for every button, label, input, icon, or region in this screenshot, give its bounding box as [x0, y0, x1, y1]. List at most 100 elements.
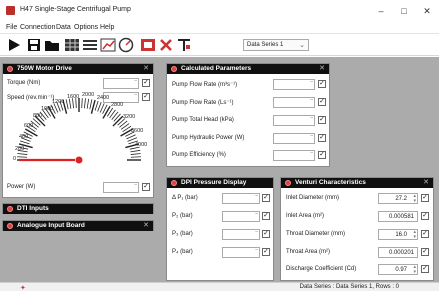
calc-row: Pump Total Head (kPa) – ✓ [172, 115, 328, 126]
clear-icon[interactable] [176, 37, 192, 53]
gauge-tick [90, 99, 96, 114]
status-dot-icon [7, 66, 13, 72]
menu-data[interactable]: Data [56, 24, 71, 31]
analogue-input-panel[interactable]: Analogue Input Board ✕ [2, 220, 154, 231]
dpi-checkbox[interactable]: ✓ [262, 212, 270, 220]
motor-drive-panel: 750W Motor Drive ✕ Torque (Nm) – ✓ Speed… [2, 63, 154, 198]
gauge-tick [130, 149, 141, 153]
menu-options[interactable]: Options [74, 24, 98, 31]
gauge-label: 800 [33, 113, 42, 119]
calc-label: Pump Flow Rate (m³s⁻¹) [172, 82, 238, 88]
torque-checkbox[interactable]: ✓ [142, 79, 150, 87]
close-button[interactable]: ✕ [415, 4, 439, 18]
maximize-button[interactable]: □ [392, 4, 416, 18]
chart-icon[interactable] [100, 37, 116, 53]
menu-connection[interactable]: Connection [20, 24, 55, 31]
venturi-field[interactable]: 16.0 ▴ ▾ [378, 229, 418, 240]
status-bar: ✦ Data Series : Data Series 1, Rows : 0 [0, 282, 439, 291]
venturi-label: Inlet Area (m²) [286, 213, 325, 219]
status-dot-icon [285, 180, 291, 186]
power-row: Power (W) – ✓ [7, 182, 151, 193]
venturi-field[interactable]: 0.000581 [378, 211, 418, 222]
calc-checkbox[interactable]: ✓ [318, 134, 326, 142]
status-dot-icon [171, 66, 177, 72]
venturi-header: Venturi Characteristics ✕ [281, 178, 433, 188]
analogue-input-header[interactable]: Analogue Input Board ✕ [3, 221, 153, 231]
calc-field[interactable]: – [273, 97, 315, 108]
calc-field[interactable]: – [273, 79, 315, 90]
venturi-checkbox[interactable]: ✓ [421, 194, 429, 202]
panel-close-icon[interactable]: ✕ [423, 178, 429, 188]
play-icon[interactable] [6, 37, 22, 53]
calc-checkbox[interactable]: ✓ [318, 80, 326, 88]
dpi-checkbox[interactable]: ✓ [262, 194, 270, 202]
torque-field[interactable]: – [103, 78, 139, 89]
gauge-tick [84, 98, 86, 109]
save-icon[interactable] [26, 37, 42, 53]
dpi-field[interactable]: – [222, 247, 260, 258]
gauge-tick [17, 156, 28, 158]
status-dot-icon [7, 206, 13, 212]
settings-icon[interactable] [140, 37, 156, 53]
venturi-row: Inlet Diameter (mm) 27.2 ▴ ▾ ✓ [286, 193, 432, 204]
venturi-row: Inlet Area (m²) 0.000581 ✓ [286, 211, 432, 222]
menu-file[interactable]: File [6, 24, 17, 31]
dti-inputs-header[interactable]: DTI Inputs [3, 204, 153, 214]
venturi-label: Discharge Coefficient (Cd) [286, 266, 357, 272]
gauge-tick [102, 105, 111, 119]
gauge-tick [17, 153, 28, 155]
calc-checkbox[interactable]: ✓ [318, 98, 326, 106]
delete-icon[interactable] [158, 37, 174, 53]
calc-label: Pump Efficiency (%) [172, 152, 226, 158]
venturi-checkbox[interactable]: ✓ [421, 248, 429, 256]
venturi-checkbox[interactable]: ✓ [421, 212, 429, 220]
venturi-value: 0.97 [395, 267, 407, 273]
venturi-field[interactable]: 0.000201 [378, 247, 418, 258]
gauge-label: 3200 [123, 114, 135, 120]
gauge-tick [19, 140, 30, 145]
dpi-pressure-panel: DPI Pressure Display Δ P₁ (bar) – ✓ P₂ (… [166, 177, 274, 281]
calc-field[interactable]: – [273, 115, 315, 126]
menu-help[interactable]: Help [100, 24, 114, 31]
dpi-label: Δ P₁ (bar) [172, 195, 198, 201]
gauge-tick [94, 100, 99, 111]
gauge-label: 1200 [52, 99, 64, 105]
panel-close-icon[interactable]: ✕ [319, 64, 325, 74]
dti-inputs-panel[interactable]: DTI Inputs [2, 203, 154, 214]
gauge-label: 2400 [97, 95, 109, 101]
calc-checkbox[interactable]: ✓ [318, 116, 326, 124]
power-label: Power (W) [7, 184, 36, 190]
data-series-select[interactable]: Data Series 1 ⌄ [243, 39, 309, 51]
gauge-label: 4000 [135, 142, 147, 148]
calc-field[interactable]: – [273, 150, 315, 161]
venturi-checkbox[interactable]: ✓ [421, 265, 429, 273]
dpi-checkbox[interactable]: ✓ [262, 230, 270, 238]
dpi-label: P₃ (bar) [172, 231, 193, 237]
gauge-icon[interactable] [118, 37, 134, 53]
calc-label: Pump Flow Rate (Ls⁻¹) [172, 100, 234, 106]
data-series-value: Data Series 1 [247, 42, 284, 48]
dpi-field[interactable]: – [222, 211, 260, 222]
open-folder-icon[interactable] [44, 37, 60, 53]
power-checkbox[interactable]: ✓ [142, 183, 150, 191]
calc-row: Pump Flow Rate (m³s⁻¹) – ✓ [172, 79, 328, 90]
list-view-icon[interactable] [82, 37, 98, 53]
calc-field[interactable]: – [273, 133, 315, 144]
venturi-field[interactable]: 0.97 ▴ ▾ [378, 264, 418, 275]
torque-label: Torque (Nm) [7, 80, 41, 86]
venturi-field[interactable]: 27.2 ▴ ▾ [378, 193, 418, 204]
calc-checkbox[interactable]: ✓ [318, 151, 326, 159]
dpi-field[interactable]: – [222, 193, 260, 204]
table-view-icon[interactable] [64, 37, 80, 53]
minimize-button[interactable]: – [369, 4, 393, 18]
panel-close-icon[interactable]: ✕ [143, 64, 149, 74]
dpi-row: P₂ (bar) – ✓ [172, 211, 272, 222]
dpi-row: P₃ (bar) – ✓ [172, 229, 272, 240]
dpi-field[interactable]: – [222, 229, 260, 240]
menu-bar: File Connection Data Options Help [0, 22, 439, 34]
venturi-row: Discharge Coefficient (Cd) 0.97 ▴ ▾ ✓ [286, 264, 432, 275]
panel-close-icon[interactable]: ✕ [143, 221, 149, 231]
power-field[interactable]: – [103, 182, 139, 193]
dpi-checkbox[interactable]: ✓ [262, 248, 270, 256]
venturi-checkbox[interactable]: ✓ [421, 230, 429, 238]
